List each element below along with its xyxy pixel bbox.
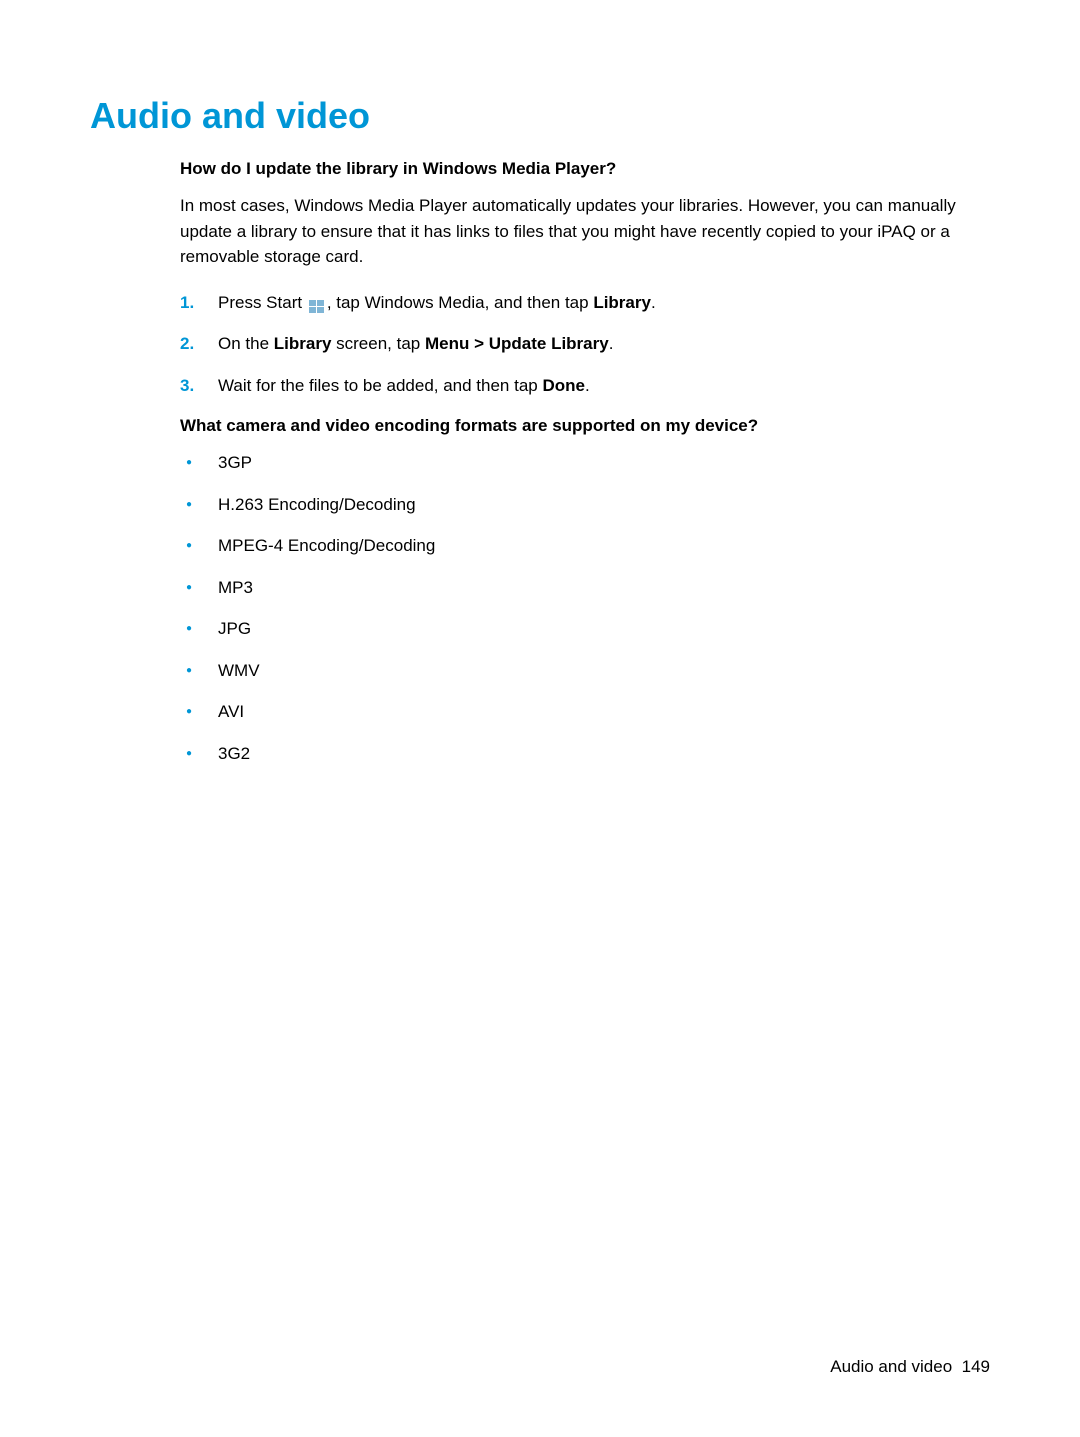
step-number-2: 2.	[180, 331, 194, 357]
step-2: 2. On the Library screen, tap Menu > Upd…	[180, 331, 990, 357]
section2-heading: What camera and video encoding formats a…	[180, 416, 990, 436]
step-1-text-after: , tap Windows Media, and then tap	[327, 293, 594, 312]
page-footer: Audio and video 149	[830, 1357, 990, 1377]
step-2-text-mid: screen, tap	[331, 334, 425, 353]
content-area: How do I update the library in Windows M…	[90, 159, 990, 766]
list-item: 3G2	[180, 741, 990, 767]
step-2-bold1: Library	[274, 334, 332, 353]
step-1-text-end: .	[651, 293, 656, 312]
list-item: 3GP	[180, 450, 990, 476]
step-1-bold: Library	[593, 293, 651, 312]
list-item: WMV	[180, 658, 990, 684]
list-item: AVI	[180, 699, 990, 725]
step-3: 3. Wait for the files to be added, and t…	[180, 373, 990, 399]
step-2-bold2: Menu > Update Library	[425, 334, 609, 353]
list-item: JPG	[180, 616, 990, 642]
list-item: H.263 Encoding/Decoding	[180, 492, 990, 518]
windows-start-icon	[309, 296, 325, 310]
page-title: Audio and video	[90, 95, 990, 137]
list-item: MPEG-4 Encoding/Decoding	[180, 533, 990, 559]
footer-page-number: 149	[962, 1357, 990, 1376]
step-number-3: 3.	[180, 373, 194, 399]
step-2-text-end: .	[609, 334, 614, 353]
step-3-text-end: .	[585, 376, 590, 395]
step-1: 1. Press Start , tap Windows Media, and …	[180, 290, 990, 316]
section1-paragraph: In most cases, Windows Media Player auto…	[180, 193, 990, 270]
step-3-text-before: Wait for the files to be added, and then…	[218, 376, 542, 395]
numbered-steps-list: 1. Press Start , tap Windows Media, and …	[180, 290, 990, 399]
formats-list: 3GP H.263 Encoding/Decoding MPEG-4 Encod…	[180, 450, 990, 766]
section1-heading: How do I update the library in Windows M…	[180, 159, 990, 179]
step-2-text-before: On the	[218, 334, 274, 353]
step-3-bold: Done	[542, 376, 585, 395]
footer-section-name: Audio and video	[830, 1357, 952, 1376]
step-number-1: 1.	[180, 290, 194, 316]
list-item: MP3	[180, 575, 990, 601]
step-1-text-before: Press Start	[218, 293, 307, 312]
